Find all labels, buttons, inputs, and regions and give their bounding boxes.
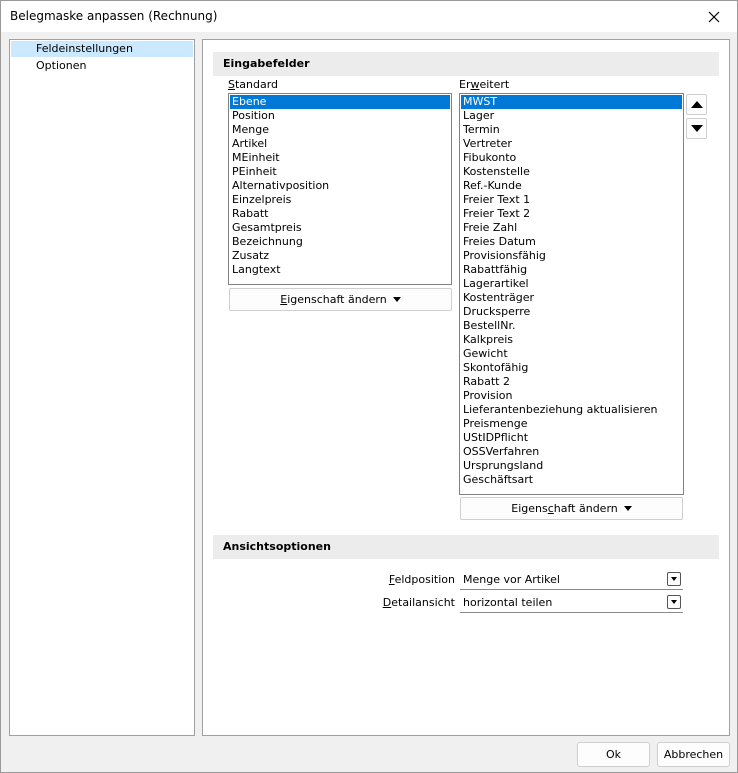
list-item[interactable]: Vertreter bbox=[461, 137, 682, 151]
list-item[interactable]: OSSVerfahren bbox=[461, 445, 682, 459]
list-item[interactable]: Ebene bbox=[230, 95, 450, 109]
list-item[interactable]: Geschäftsart bbox=[461, 473, 682, 487]
nav-item-feldeinstellungen[interactable]: Feldeinstellungen bbox=[11, 41, 193, 57]
dialog-window: Belegmaske anpassen (Rechnung) Feldeinst… bbox=[0, 0, 738, 773]
list-item[interactable]: Freie Zahl bbox=[461, 221, 682, 235]
erweitert-list-label: Erweitert bbox=[459, 78, 510, 91]
list-item[interactable]: Ref.-Kunde bbox=[461, 179, 682, 193]
standard-fields-list[interactable]: Ebene Position Menge Artikel MEinheit PEinhei… bbox=[228, 93, 452, 285]
list-item[interactable]: Einzelpreis bbox=[230, 193, 450, 207]
close-icon bbox=[708, 11, 720, 22]
detailansicht-select[interactable]: horizontal teilen bbox=[460, 593, 683, 613]
content-panel: Eingabefelder Standard Ebene Position Meng… bbox=[202, 39, 730, 736]
dropdown-button[interactable] bbox=[667, 595, 681, 609]
close-button[interactable] bbox=[691, 1, 737, 32]
list-item[interactable]: Bezeichnung bbox=[230, 235, 450, 249]
list-item[interactable]: Drucksperre bbox=[461, 305, 682, 319]
list-item[interactable]: Provisionsfähig bbox=[461, 249, 682, 263]
list-item[interactable]: Lagerartikel bbox=[461, 277, 682, 291]
move-up-button[interactable] bbox=[686, 94, 707, 115]
list-item[interactable]: Zusatz bbox=[230, 249, 450, 263]
ok-button[interactable]: Ok bbox=[577, 742, 650, 767]
standard-list-label: Standard bbox=[228, 78, 279, 91]
list-item[interactable]: Rabattfähig bbox=[461, 263, 682, 277]
nav-panel: Feldeinstellungen Optionen bbox=[9, 39, 195, 736]
list-item[interactable]: Kalkpreis bbox=[461, 333, 682, 347]
erweitert-fields-list[interactable]: MWST Lager Termin Vertreter Fibukonto Kostens… bbox=[459, 93, 684, 495]
dropdown-button[interactable] bbox=[667, 572, 681, 586]
nav-item-optionen[interactable]: Optionen bbox=[11, 58, 193, 74]
list-item[interactable]: Freier Text 1 bbox=[461, 193, 682, 207]
erweitert-change-property-button[interactable]: Eigenschaft ändern bbox=[460, 497, 683, 520]
list-item[interactable]: Provision bbox=[461, 389, 682, 403]
list-item[interactable]: Freier Text 2 bbox=[461, 207, 682, 221]
chevron-down-icon bbox=[671, 577, 677, 581]
list-item[interactable]: Menge bbox=[230, 123, 450, 137]
list-item[interactable]: PEinheit bbox=[230, 165, 450, 179]
list-item[interactable]: BestellNr. bbox=[461, 319, 682, 333]
list-item[interactable]: Preismenge bbox=[461, 417, 682, 431]
section-header-eingabefelder: Eingabefelder bbox=[213, 52, 719, 76]
list-item[interactable]: Skontofähig bbox=[461, 361, 682, 375]
feldposition-select[interactable]: Menge vor Artikel bbox=[460, 570, 683, 590]
list-item[interactable]: Langtext bbox=[230, 263, 450, 277]
list-item[interactable]: Rabatt bbox=[230, 207, 450, 221]
list-item[interactable]: Termin bbox=[461, 123, 682, 137]
list-item[interactable]: Ursprungsland bbox=[461, 459, 682, 473]
detailansicht-label: Detailansicht bbox=[382, 596, 455, 609]
list-item[interactable]: Alternativposition bbox=[230, 179, 450, 193]
chevron-down-icon bbox=[623, 506, 632, 511]
move-down-button[interactable] bbox=[686, 118, 707, 139]
section-header-ansichtsoptionen: Ansichtsoptionen bbox=[213, 535, 719, 559]
list-item[interactable]: Position bbox=[230, 109, 450, 123]
list-item[interactable]: Lieferantenbeziehung aktualisieren bbox=[461, 403, 682, 417]
arrow-down-icon bbox=[690, 125, 703, 132]
title-bar: Belegmaske anpassen (Rechnung) bbox=[1, 1, 737, 32]
list-item[interactable]: Gewicht bbox=[461, 347, 682, 361]
feldposition-label: Feldposition bbox=[388, 573, 455, 586]
arrow-up-icon bbox=[690, 101, 703, 108]
window-title: Belegmaske anpassen (Rechnung) bbox=[10, 9, 218, 23]
list-item[interactable]: UStIDPflicht bbox=[461, 431, 682, 445]
chevron-down-icon bbox=[392, 297, 401, 302]
list-item[interactable]: Rabatt 2 bbox=[461, 375, 682, 389]
list-item[interactable]: Kostenstelle bbox=[461, 165, 682, 179]
list-item[interactable]: Fibukonto bbox=[461, 151, 682, 165]
cancel-button[interactable]: Abbrechen bbox=[657, 742, 730, 767]
list-item[interactable]: Lager bbox=[461, 109, 682, 123]
standard-change-property-button[interactable]: Eigenschaft ändern bbox=[229, 288, 452, 311]
list-item[interactable]: Artikel bbox=[230, 137, 450, 151]
list-item[interactable]: Freies Datum bbox=[461, 235, 682, 249]
list-item[interactable]: Kostenträger bbox=[461, 291, 682, 305]
chevron-down-icon bbox=[671, 600, 677, 604]
list-item[interactable]: Gesamtpreis bbox=[230, 221, 450, 235]
list-item[interactable]: MEinheit bbox=[230, 151, 450, 165]
list-item[interactable]: MWST bbox=[461, 95, 682, 109]
